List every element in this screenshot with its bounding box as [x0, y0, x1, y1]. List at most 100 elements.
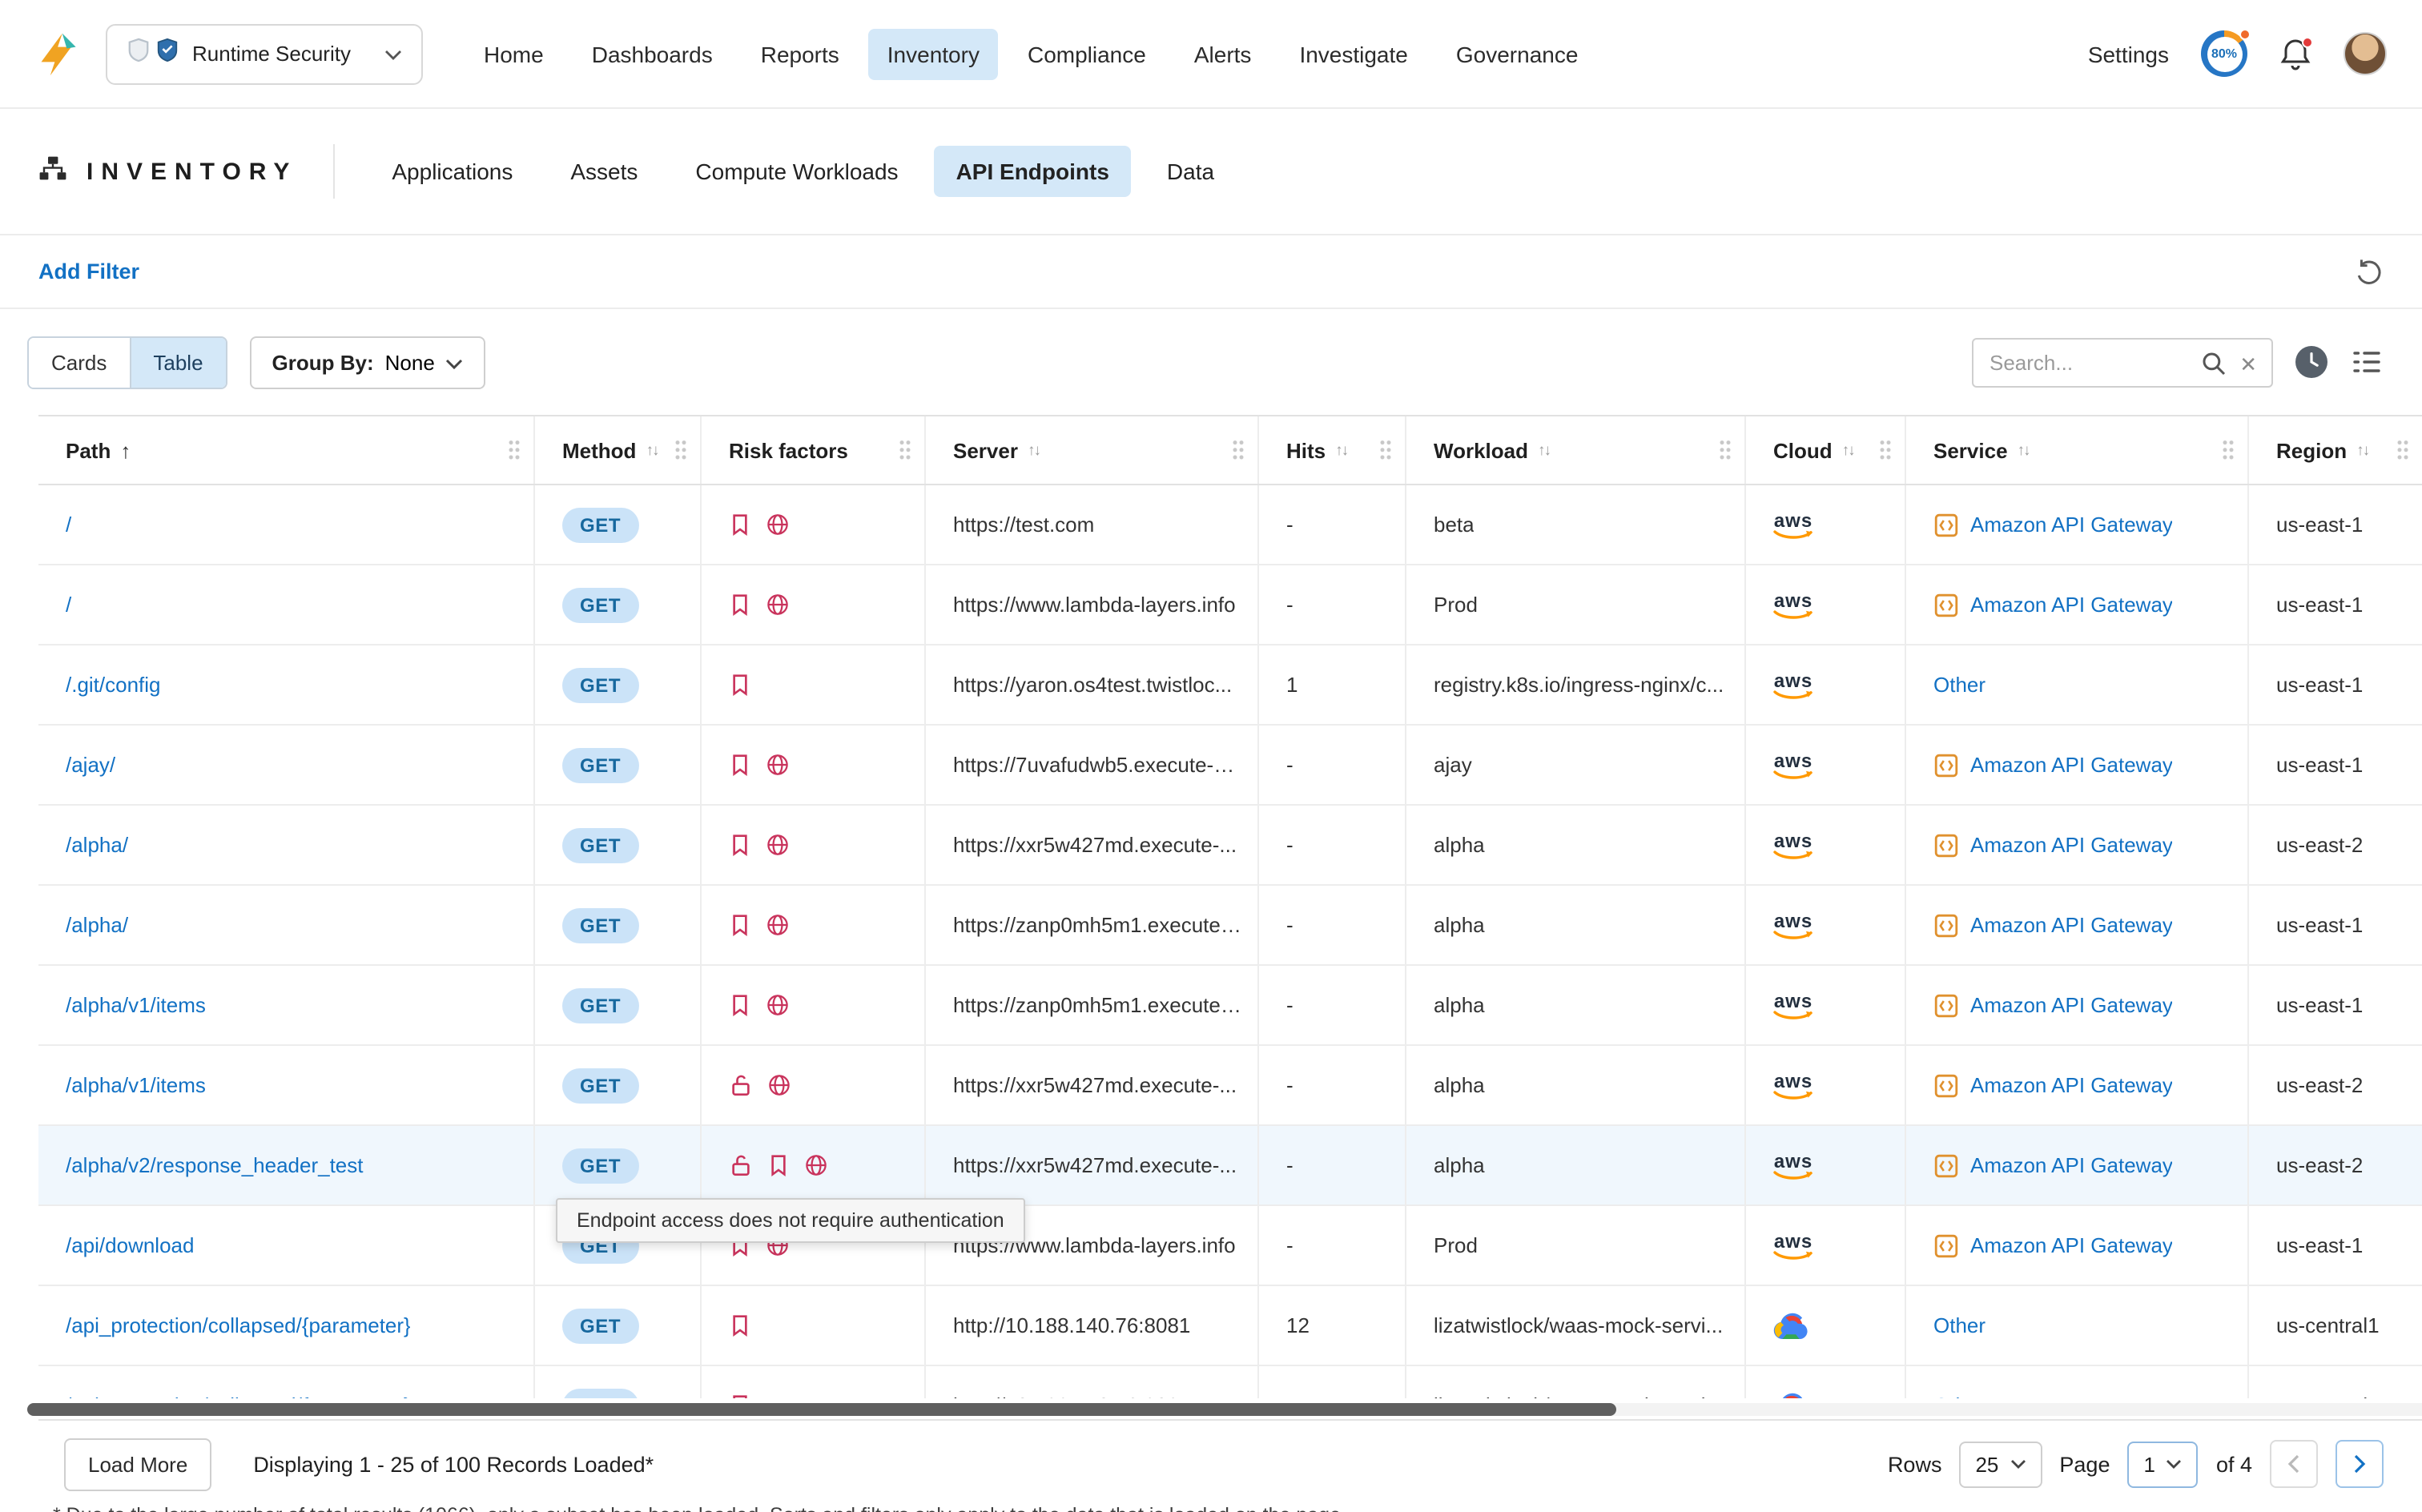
sort-icon[interactable]: ↑↓ — [2356, 441, 2368, 459]
table-row[interactable]: /alpha/v1/itemsGEThttps://zanp0mh5m1.exe… — [38, 966, 2422, 1046]
add-filter-button[interactable]: Add Filter — [38, 259, 139, 284]
tab-compute-workloads[interactable]: Compute Workloads — [673, 146, 920, 197]
table-row[interactable]: /api_protection/collapsed/{parameter}GET… — [38, 1366, 2422, 1398]
internet-exposed-icon[interactable] — [766, 753, 790, 777]
sort-icon[interactable]: ↑↓ — [1842, 441, 1854, 459]
column-settings-icon[interactable] — [2350, 348, 2384, 376]
clear-search-icon[interactable]: ✕ — [2239, 350, 2257, 377]
sort-icon[interactable]: ↑↓ — [1538, 441, 1550, 459]
path-link[interactable]: /alpha/ — [66, 913, 128, 937]
history-icon[interactable] — [2294, 344, 2329, 380]
path-link[interactable]: /alpha/ — [66, 833, 128, 857]
drag-handle-icon[interactable] — [1719, 439, 1732, 461]
search-icon[interactable] — [2201, 350, 2227, 376]
service-link[interactable]: Amazon API Gateway — [1970, 913, 2173, 937]
no-auth-icon[interactable] — [729, 1073, 753, 1097]
drag-handle-icon[interactable] — [1379, 439, 1392, 461]
sensitive-data-icon[interactable] — [729, 1313, 751, 1337]
nav-item-dashboards[interactable]: Dashboards — [573, 28, 732, 79]
tab-api-endpoints[interactable]: API Endpoints — [934, 146, 1132, 197]
column-header-risk[interactable]: Risk factors — [702, 416, 926, 484]
service-link[interactable]: Amazon API Gateway — [1970, 1233, 2173, 1257]
nav-item-investigate[interactable]: Investigate — [1280, 28, 1426, 79]
path-link[interactable]: / — [66, 513, 71, 537]
drag-handle-icon[interactable] — [899, 439, 911, 461]
service-link[interactable]: Amazon API Gateway — [1970, 753, 2173, 777]
sensitive-data-icon[interactable] — [729, 753, 751, 777]
path-link[interactable]: /alpha/v1/items — [66, 993, 206, 1017]
path-link[interactable]: /ajay/ — [66, 753, 115, 777]
column-header-workload[interactable]: Workload↑↓ — [1406, 416, 1746, 484]
nav-item-compliance[interactable]: Compliance — [1008, 28, 1165, 79]
sensitive-data-icon[interactable] — [729, 513, 751, 537]
internet-exposed-icon[interactable] — [766, 833, 790, 857]
drag-handle-icon[interactable] — [2222, 439, 2235, 461]
nav-item-governance[interactable]: Governance — [1437, 28, 1598, 79]
prisma-logo[interactable] — [35, 30, 83, 78]
column-header-region[interactable]: Region↑↓ — [2249, 416, 2422, 484]
drag-handle-icon[interactable] — [674, 439, 687, 461]
column-header-cloud[interactable]: Cloud↑↓ — [1746, 416, 1906, 484]
product-selector[interactable]: Runtime Security — [106, 23, 423, 84]
path-link[interactable]: /api_protection/collapsed/{parameter} — [66, 1313, 411, 1337]
previous-page-button[interactable] — [2270, 1440, 2318, 1488]
path-link[interactable]: /api/download — [66, 1233, 194, 1257]
path-link[interactable]: /.git/config — [66, 673, 161, 697]
sort-icon[interactable]: ↑↓ — [1028, 441, 1040, 459]
internet-exposed-icon[interactable] — [766, 913, 790, 937]
internet-exposed-icon[interactable] — [766, 593, 790, 617]
group-by-dropdown[interactable]: Group By: None — [250, 336, 486, 388]
cards-view-button[interactable]: Cards — [29, 337, 129, 387]
table-row[interactable]: /alpha/v1/itemsGEThttps://xxr5w427md.exe… — [38, 1046, 2422, 1126]
service-link[interactable]: Amazon API Gateway — [1970, 593, 2173, 617]
column-header-method[interactable]: Method↑↓ — [535, 416, 702, 484]
page-select[interactable]: 1 — [2127, 1441, 2198, 1487]
service-link[interactable]: Other — [1933, 1393, 1985, 1398]
search-input[interactable] — [1973, 350, 2271, 374]
path-link[interactable]: /alpha/v1/items — [66, 1073, 206, 1097]
nav-item-home[interactable]: Home — [465, 28, 563, 79]
rows-per-page-select[interactable]: 25 — [1959, 1441, 2042, 1487]
tab-data[interactable]: Data — [1145, 146, 1237, 197]
nav-item-reports[interactable]: Reports — [742, 28, 859, 79]
internet-exposed-icon[interactable] — [804, 1153, 828, 1177]
path-link[interactable]: / — [66, 593, 71, 617]
service-link[interactable]: Other — [1933, 673, 1985, 697]
next-page-button[interactable] — [2336, 1440, 2384, 1488]
scrollbar-thumb[interactable] — [27, 1403, 1616, 1416]
sensitive-data-icon[interactable] — [729, 1393, 751, 1398]
sort-icon[interactable]: ↑↓ — [646, 441, 658, 459]
service-link[interactable]: Amazon API Gateway — [1970, 1153, 2173, 1177]
internet-exposed-icon[interactable] — [766, 993, 790, 1017]
internet-exposed-icon[interactable] — [767, 1073, 791, 1097]
sensitive-data-icon[interactable] — [729, 673, 751, 697]
table-row[interactable]: /GEThttps://test.com-betaawsAmazon API G… — [38, 485, 2422, 565]
table-row[interactable]: /alpha/GEThttps://xxr5w427md.execute-...… — [38, 806, 2422, 886]
tab-assets[interactable]: Assets — [548, 146, 660, 197]
drag-handle-icon[interactable] — [508, 439, 521, 461]
drag-handle-icon[interactable] — [1879, 439, 1892, 461]
column-header-hits[interactable]: Hits↑↓ — [1259, 416, 1406, 484]
drag-handle-icon[interactable] — [1232, 439, 1245, 461]
table-row[interactable]: /api_protection/collapsed/{parameter}GET… — [38, 1286, 2422, 1366]
usage-badge[interactable]: 80% — [2201, 30, 2247, 77]
service-link[interactable]: Amazon API Gateway — [1970, 833, 2173, 857]
load-more-button[interactable]: Load More — [64, 1438, 211, 1490]
nav-item-inventory[interactable]: Inventory — [868, 28, 999, 79]
sort-icon[interactable]: ↑↓ — [2018, 441, 2030, 459]
service-link[interactable]: Other — [1933, 1313, 1985, 1337]
no-auth-icon[interactable] — [729, 1153, 753, 1177]
drag-handle-icon[interactable] — [2396, 439, 2409, 461]
column-header-server[interactable]: Server↑↓ — [926, 416, 1259, 484]
internet-exposed-icon[interactable] — [766, 513, 790, 537]
service-link[interactable]: Amazon API Gateway — [1970, 993, 2173, 1017]
sort-icon[interactable]: ↑↓ — [1335, 441, 1347, 459]
sensitive-data-icon[interactable] — [729, 833, 751, 857]
sort-ascending-icon[interactable]: ↑ — [120, 438, 131, 462]
path-link[interactable]: /api_protection/collapsed/{parameter} — [66, 1393, 411, 1398]
table-row[interactable]: /GEThttps://www.lambda-layers.info-Proda… — [38, 565, 2422, 645]
table-view-button[interactable]: Table — [129, 337, 225, 387]
nav-item-alerts[interactable]: Alerts — [1175, 28, 1271, 79]
sensitive-data-icon[interactable] — [729, 913, 751, 937]
column-header-path[interactable]: Path↑ — [38, 416, 535, 484]
